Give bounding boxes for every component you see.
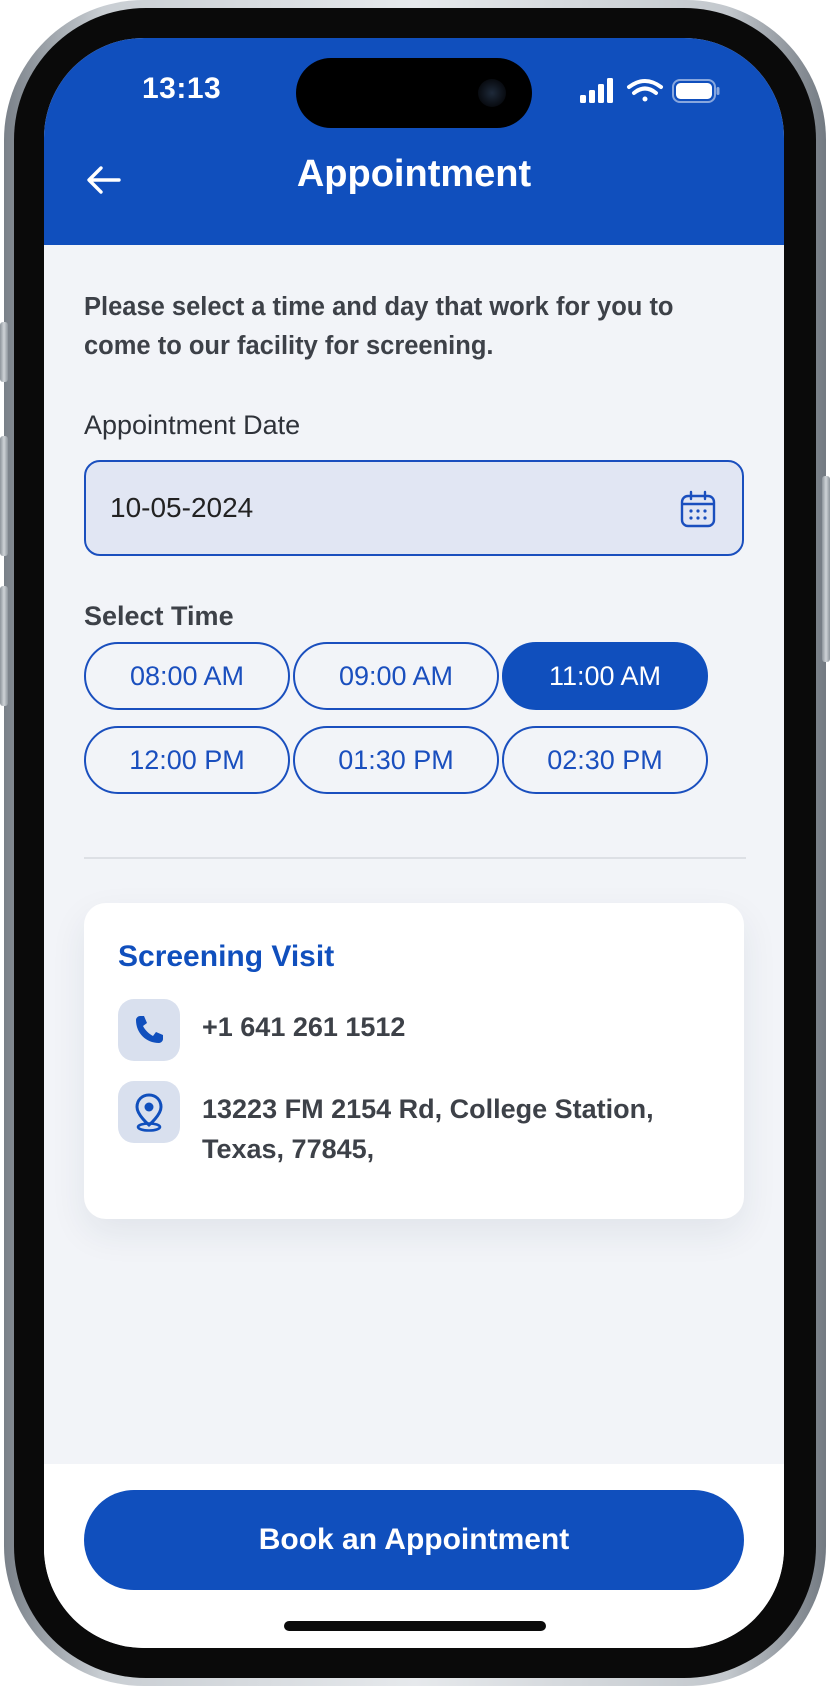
intro-text: Please select a time and day that work f… bbox=[84, 293, 674, 360]
side-button-volume-up bbox=[0, 436, 8, 556]
side-button-silent bbox=[0, 322, 8, 382]
home-indicator[interactable] bbox=[284, 1621, 546, 1631]
time-slot-0230-pm[interactable]: 02:30 PM bbox=[502, 726, 708, 794]
side-button-volume-down bbox=[0, 586, 8, 706]
select-time-label: Select Time bbox=[84, 601, 234, 631]
status-icons bbox=[580, 78, 720, 103]
time-slot-0900-am[interactable]: 09:00 AM bbox=[293, 642, 499, 710]
appointment-date-input[interactable]: 10-05-2024 bbox=[84, 460, 744, 556]
time-slot-0130-pm[interactable]: 01:30 PM bbox=[293, 726, 499, 794]
book-appointment-button[interactable]: Book an Appointment bbox=[84, 1490, 744, 1590]
appointment-date-label: Appointment Date bbox=[84, 410, 301, 440]
app-screen: 13:13 Appointment Please select a time a… bbox=[44, 38, 784, 1648]
screening-visit-card: Screening Visit +1 641 261 1512 13223 FM… bbox=[84, 903, 744, 1219]
appointment-date-value: 10-05-2024 bbox=[110, 492, 254, 523]
phone-icon bbox=[118, 999, 180, 1061]
card-title: Screening Visit bbox=[118, 940, 335, 973]
location-pin-icon bbox=[118, 1081, 180, 1143]
front-camera bbox=[478, 79, 506, 107]
phone-number[interactable]: +1 641 261 1512 bbox=[202, 1007, 702, 1047]
signal-icon bbox=[580, 78, 613, 103]
calendar-icon[interactable] bbox=[680, 490, 716, 528]
app-header: 13:13 Appointment bbox=[44, 38, 784, 245]
section-divider bbox=[84, 857, 746, 859]
wifi-icon bbox=[627, 79, 663, 102]
battery-icon bbox=[672, 79, 720, 103]
time-slot-1200-pm[interactable]: 12:00 PM bbox=[84, 726, 290, 794]
side-button-power bbox=[822, 476, 830, 662]
time-slot-1100-am-selected[interactable]: 11:00 AM bbox=[502, 642, 708, 710]
status-time: 13:13 bbox=[142, 72, 222, 105]
dynamic-island bbox=[296, 58, 532, 128]
address-text: 13223 FM 2154 Rd, College Station, Texas… bbox=[202, 1094, 654, 1164]
page-title: Appointment bbox=[296, 153, 532, 195]
time-slot-0800-am[interactable]: 08:00 AM bbox=[84, 642, 290, 710]
